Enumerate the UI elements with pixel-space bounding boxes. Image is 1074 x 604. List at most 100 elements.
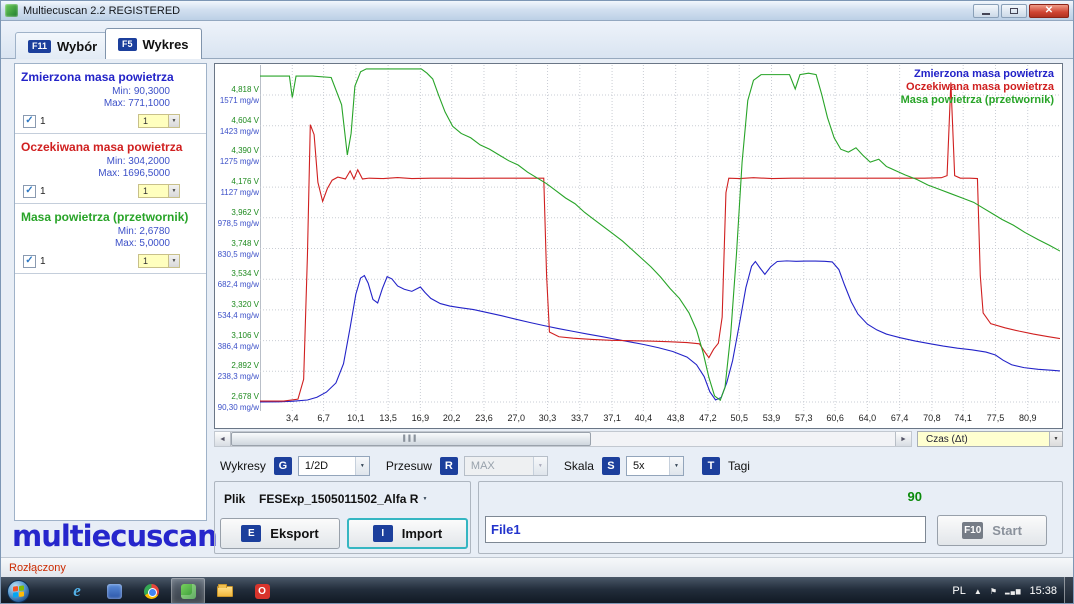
scroll-left-button[interactable]: ◄ xyxy=(215,432,231,446)
tray-language[interactable]: PL xyxy=(952,585,965,597)
signal-min: Min: 90,3000 xyxy=(21,86,170,98)
chevron-down-icon: ▼ xyxy=(168,255,179,267)
export-button[interactable]: E Eksport xyxy=(220,518,340,549)
wykresy-key-badge: G xyxy=(274,457,292,475)
chart-box: 4,818 V1571 mg/w4,604 V1423 mg/w4,390 V1… xyxy=(214,63,1063,429)
signal-sidebar: Zmierzona masa powietrza Min: 90,3000 Ma… xyxy=(14,63,207,521)
scroll-track[interactable] xyxy=(591,432,895,446)
przesuw-label: Przesuw xyxy=(386,459,432,473)
app-logo: multiecuscan xyxy=(12,519,217,553)
tray-clock: 15:38 xyxy=(1029,585,1057,597)
x-axis-label: 23,6 xyxy=(469,413,499,423)
taskbar-app-button[interactable] xyxy=(97,578,131,604)
filename-input[interactable] xyxy=(485,516,926,543)
signal-axis-combo[interactable]: 1 ▼ xyxy=(138,254,180,268)
status-bar: Rozłączony xyxy=(1,557,1073,577)
wykresy-combo[interactable]: 1/2D ▼ xyxy=(298,456,370,476)
x-axis-label: 53,9 xyxy=(757,413,787,423)
y-axis-voltage-label: 2,892 V xyxy=(215,362,259,370)
signal-checkbox[interactable]: ✓ xyxy=(23,185,36,198)
y-axis-mgw-label: 1275 mg/w xyxy=(215,158,259,166)
signal-min: Min: 304,2000 xyxy=(21,156,170,168)
taskbar-opera-button[interactable]: O xyxy=(245,578,279,604)
maximize-icon xyxy=(1010,8,1018,14)
signal-title: Oczekiwana masa powietrza xyxy=(21,140,200,154)
x-axis-label: 27,0 xyxy=(501,413,531,423)
export-key-badge: E xyxy=(241,525,261,542)
title-bar[interactable]: Multiecuscan 2.2 REGISTERED ✕ xyxy=(1,1,1073,21)
y-axis-mgw-label: 534,4 mg/w xyxy=(215,312,259,320)
signal-checkbox[interactable]: ✓ xyxy=(23,255,36,268)
chevron-down-icon: ▼ xyxy=(355,457,369,475)
checkbox-label: 1 xyxy=(40,116,46,127)
window-title: Multiecuscan 2.2 REGISTERED xyxy=(23,5,180,17)
signal-panel: Masa powietrza (przetwornik) Min: 2,6780… xyxy=(15,204,206,274)
y-axis-voltage-label: 4,818 V xyxy=(215,86,259,94)
tray-network-icon[interactable]: ▂▄▆ xyxy=(1005,588,1021,595)
show-desktop-button[interactable] xyxy=(1064,577,1073,604)
wykresy-label: Wykresy xyxy=(220,459,266,473)
y-axis-mgw-label: 386,4 mg/w xyxy=(215,343,259,351)
import-button[interactable]: I Import xyxy=(347,518,468,549)
legend-item: Masa powietrza (przetwornik) xyxy=(901,94,1054,107)
grip-icon: ▌▌▌ xyxy=(403,436,419,442)
scroll-right-button[interactable]: ► xyxy=(895,432,911,446)
file-panel: Plik FESExp_1505011502_Alfa R ▼ E Ekspor… xyxy=(214,481,471,554)
chevron-down-icon: ▼ xyxy=(533,457,547,475)
start-orb[interactable] xyxy=(7,580,30,603)
tray-flag-icon[interactable]: ⚑ xyxy=(990,587,997,596)
x-axis-label: 60,6 xyxy=(820,413,850,423)
signal-max: Max: 1696,5000 xyxy=(21,168,170,180)
file-combo[interactable]: FESExp_1505011502_Alfa R ▼ xyxy=(259,489,469,509)
tray-chevron-icon[interactable]: ▲ xyxy=(974,587,982,596)
przesuw-combo[interactable]: MAX ▼ xyxy=(464,456,548,476)
signal-axis-combo[interactable]: 1 ▼ xyxy=(138,184,180,198)
taskbar-explorer-button[interactable] xyxy=(208,578,242,604)
time-axis-combo[interactable]: Czas (Δt) ▼ xyxy=(917,431,1063,447)
taskbar-ie-button[interactable]: e xyxy=(60,578,94,604)
skala-combo[interactable]: 5x ▼ xyxy=(626,456,684,476)
taskbar: e O PL ▲ ⚑ ▂▄▆ 15:38 xyxy=(1,577,1073,604)
x-axis-label: 40,4 xyxy=(628,413,658,423)
x-axis-label: 16,9 xyxy=(405,413,435,423)
y-axis-voltage-label: 4,604 V xyxy=(215,117,259,125)
plot-area[interactable] xyxy=(260,65,1060,411)
y-axis-mgw-label: 238,3 mg/w xyxy=(215,373,259,381)
tagi-label: Tagi xyxy=(728,459,750,473)
app-window: Multiecuscan 2.2 REGISTERED ✕ F11 Wybór … xyxy=(0,0,1074,604)
taskbar-chrome-button[interactable] xyxy=(134,578,168,604)
chart-toolbar: Wykresy G 1/2D ▼ Przesuw R MAX ▼ Skala S… xyxy=(214,453,1063,479)
x-axis-label: 64,0 xyxy=(852,413,882,423)
signal-panel: Oczekiwana masa powietrza Min: 304,2000 … xyxy=(15,134,206,204)
minimize-icon xyxy=(982,13,990,15)
checkbox-label: 1 xyxy=(40,186,46,197)
taskbar-multiecuscan-button[interactable] xyxy=(171,578,205,604)
h-scrollbar: ◄ ▌▌▌ ► xyxy=(214,431,912,447)
series-line xyxy=(260,82,1060,401)
x-axis-label: 37,1 xyxy=(597,413,627,423)
close-button[interactable]: ✕ xyxy=(1029,4,1069,18)
y-axis-mgw-label: 682,4 mg/w xyxy=(215,281,259,289)
chevron-down-icon: ▼ xyxy=(669,457,683,475)
y-axis-mgw-label: 830,5 mg/w xyxy=(215,251,259,259)
tab-wybor[interactable]: F11 Wybór xyxy=(15,32,110,59)
scroll-thumb[interactable]: ▌▌▌ xyxy=(231,432,591,446)
y-axis-voltage-label: 3,962 V xyxy=(215,209,259,217)
plik-label: Plik xyxy=(224,492,245,506)
start-button[interactable]: F10 Start xyxy=(937,515,1047,546)
maximize-button[interactable] xyxy=(1001,4,1027,18)
checkbox-label: 1 xyxy=(40,256,46,267)
chevron-down-icon: ▼ xyxy=(168,115,179,127)
skala-label: Skala xyxy=(564,459,594,473)
signal-max: Max: 771,1000 xyxy=(21,98,170,110)
x-axis-label: 57,3 xyxy=(789,413,819,423)
chart-legend: Zmierzona masa powietrzaOczekiwana masa … xyxy=(901,68,1054,107)
signal-axis-combo[interactable]: 1 ▼ xyxy=(138,114,180,128)
time-axis-label: Czas (Δt) xyxy=(926,434,968,445)
tab-wykres[interactable]: F5 Wykres xyxy=(105,28,202,59)
minimize-button[interactable] xyxy=(973,4,999,18)
close-icon: ✕ xyxy=(1045,6,1053,16)
signal-checkbox[interactable]: ✓ xyxy=(23,115,36,128)
opera-icon: O xyxy=(255,584,270,599)
app-icon xyxy=(5,4,18,17)
